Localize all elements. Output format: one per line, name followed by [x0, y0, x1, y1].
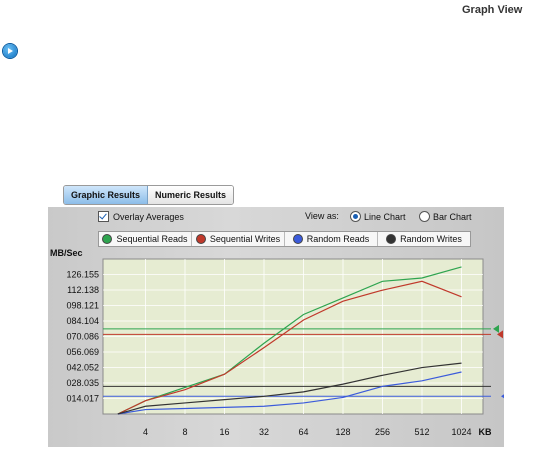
results-tabs: Graphic Results Numeric Results	[63, 185, 235, 205]
x-tick-label: 32	[259, 427, 269, 437]
x-tick-label: 1024	[451, 427, 471, 437]
x-axis-label: KB	[479, 427, 492, 437]
x-tick-label: 8	[182, 427, 187, 437]
x-tick-label: 512	[414, 427, 429, 437]
tab-graphic-results[interactable]: Graphic Results	[64, 186, 149, 204]
x-tick-label: 128	[335, 427, 350, 437]
graph-panel: Overlay Averages View as: Line Chart Bar…	[48, 207, 504, 447]
page-title: Graph View	[462, 4, 523, 16]
y-tick-label: 070.086	[66, 331, 99, 341]
x-tick-label: 256	[375, 427, 390, 437]
play-icon[interactable]	[3, 44, 17, 58]
y-tick-label: 098.121	[66, 300, 99, 310]
y-tick-label: 042.052	[66, 362, 99, 372]
y-tick-label: 056.069	[66, 347, 99, 357]
y-tick-label: 126.155	[66, 269, 99, 279]
y-tick-label: 014.017	[66, 394, 99, 404]
x-tick-label: 16	[219, 427, 229, 437]
x-tick-label: 64	[298, 427, 308, 437]
x-tick-label: 4	[143, 427, 148, 437]
y-tick-label: 084.104	[66, 316, 99, 326]
tab-numeric-results[interactable]: Numeric Results	[148, 186, 234, 204]
y-tick-label: 028.035	[66, 378, 99, 388]
y-tick-label: 112.138	[67, 285, 99, 295]
average-marker-icon	[501, 394, 504, 399]
average-marker-icon	[493, 324, 499, 333]
line-chart: 126.155 112.138 098.121 084.104 070.086 056.0…	[66, 258, 504, 437]
